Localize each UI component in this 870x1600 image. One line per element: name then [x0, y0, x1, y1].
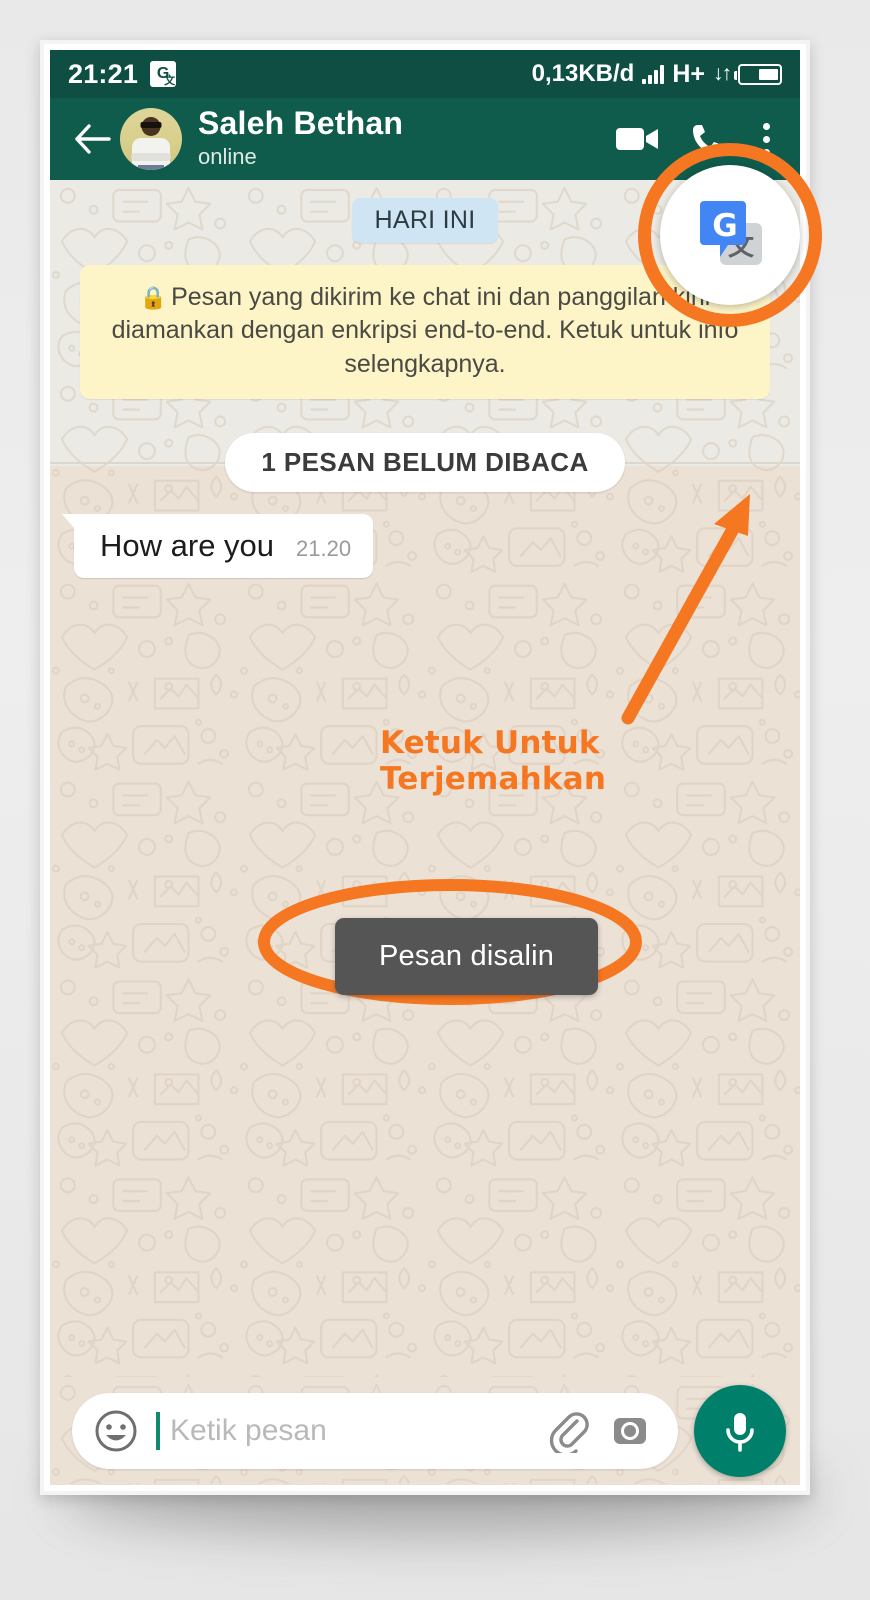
- google-translate-status-icon: G 文: [150, 61, 177, 87]
- contact-presence: online: [198, 143, 257, 169]
- message-text: How are you: [100, 527, 275, 563]
- translate-bubble-circle[interactable]: 文 G: [660, 165, 800, 305]
- chat-message-area: HARI INI 🔒 Pesan yang dikirim ke chat ini…: [50, 180, 800, 1377]
- message-input-placeholder[interactable]: Ketik pesan: [170, 1414, 528, 1448]
- microphone-icon: [726, 1413, 754, 1452]
- voice-record-button[interactable]: [694, 1385, 786, 1477]
- message-timestamp: 21.20: [296, 535, 352, 561]
- back-arrow-icon[interactable]: [70, 117, 114, 161]
- orange-arrow-icon: [621, 494, 750, 725]
- message-input-bar: Ketik pesan: [50, 1377, 800, 1485]
- google-translate-status-glyph: 文: [164, 75, 176, 87]
- text-cursor: [156, 1412, 160, 1450]
- toast-message: Pesan disalin: [335, 918, 599, 995]
- svg-text:G: G: [712, 208, 737, 244]
- status-clock: 21:21: [68, 58, 139, 89]
- tap-to-translate-annotation: Ketuk Untuk Terjemahkan: [380, 725, 607, 797]
- avatar[interactable]: [120, 108, 182, 170]
- google-translate-icon: 文 G: [700, 201, 762, 265]
- camera-icon[interactable]: [608, 1409, 652, 1453]
- message-input-pill[interactable]: Ketik pesan: [72, 1393, 678, 1469]
- data-rate-label: 0,13KB/d: [531, 60, 635, 87]
- lock-icon: 🔒: [139, 285, 168, 310]
- battery-icon: [734, 63, 782, 85]
- status-bar: 21:21 G 文 0,13KB/d H+ ↓↑: [50, 50, 800, 98]
- date-chip: HARI INI: [352, 198, 498, 243]
- network-type-label: H+: [672, 59, 705, 88]
- emoji-icon[interactable]: [94, 1409, 138, 1453]
- contact-title-block[interactable]: Saleh Bethan online: [198, 104, 615, 171]
- message-bubble[interactable]: How are you 21.20: [61, 513, 374, 578]
- attachment-paperclip-icon[interactable]: [546, 1409, 590, 1453]
- signal-bars-icon: [642, 64, 665, 84]
- google-translate-floating-bubble[interactable]: 文 G: [638, 143, 822, 327]
- unread-count-chip: 1 PESAN BELUM DIBACA: [225, 432, 625, 492]
- contact-name: Saleh Bethan: [198, 104, 404, 141]
- status-bar-left: 21:21 G 文: [68, 58, 177, 90]
- video-call-icon[interactable]: [615, 124, 661, 154]
- status-bar-right: 0,13KB/d H+ ↓↑: [532, 60, 782, 89]
- encryption-notice-text: Pesan yang dikirim ke chat ini dan pangg…: [111, 283, 739, 378]
- data-transfer-arrows-icon: ↓↑: [713, 62, 732, 85]
